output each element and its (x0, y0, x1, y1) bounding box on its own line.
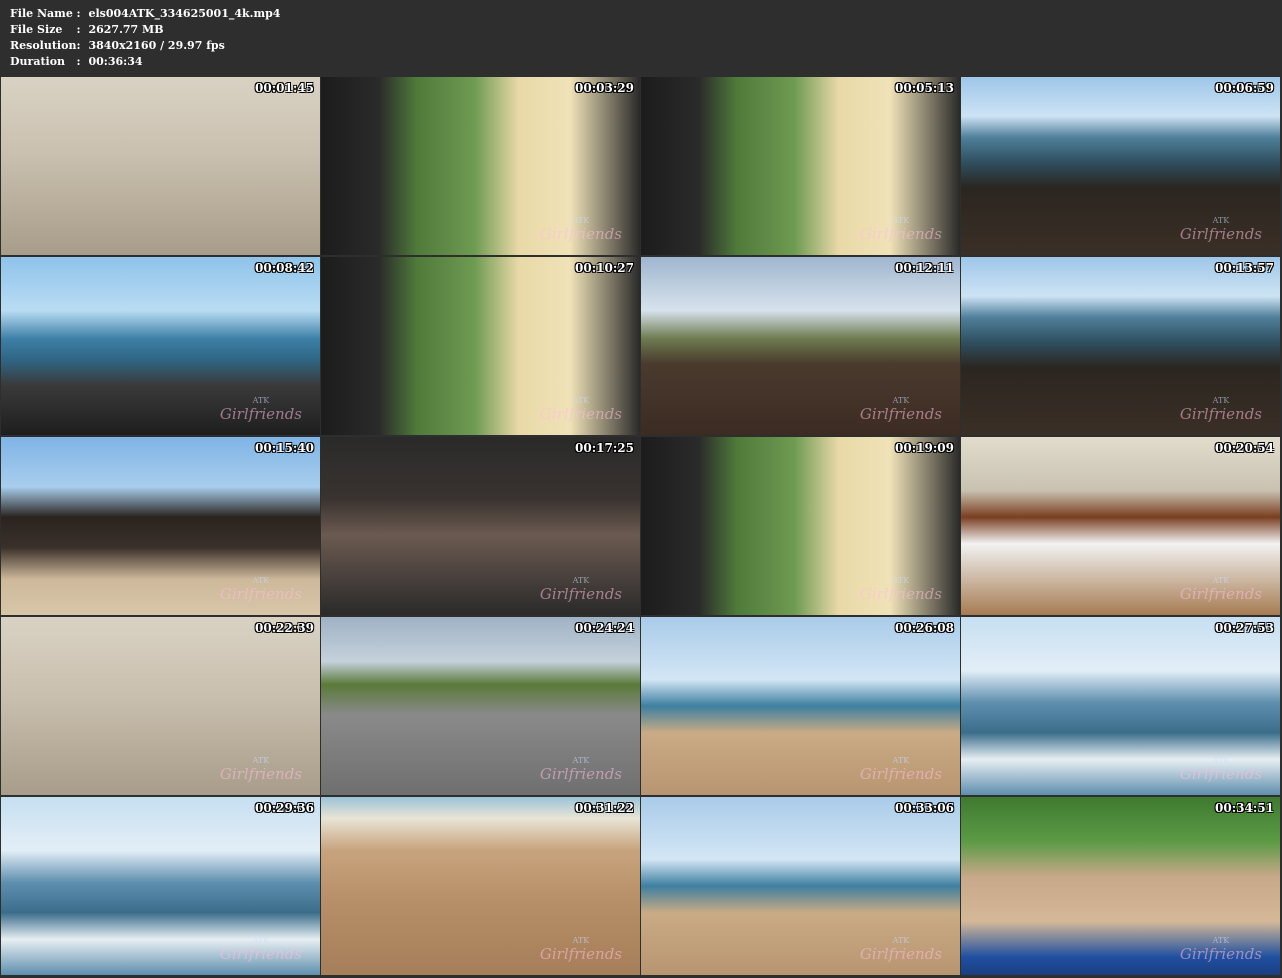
thumbnail: 00:29:36 ATK Girlfriends (1, 797, 320, 975)
thumbnail-timestamp: 00:01:45 (255, 81, 314, 95)
thumbnail-timestamp: 00:19:09 (895, 441, 954, 455)
thumbnail: 00:17:25 ATK Girlfriends (321, 437, 640, 615)
thumbnail-timestamp: 00:20:54 (1215, 441, 1274, 455)
separator: : (76, 23, 81, 36)
thumbnail-image (641, 797, 960, 975)
thumbnail: 00:31:22 ATK Girlfriends (321, 797, 640, 975)
file-size-label: File Size (10, 23, 63, 36)
thumbnail-image (641, 257, 960, 435)
thumbnail-image (961, 257, 1280, 435)
thumbnail-timestamp: 00:03:29 (575, 81, 634, 95)
duration-row: Duration : 00:36:34 (10, 54, 280, 70)
thumbnail-image (1, 797, 320, 975)
thumbnail-image (1, 257, 320, 435)
thumbnail-image (961, 77, 1280, 255)
thumbnail-timestamp: 00:31:22 (575, 801, 634, 815)
thumbnail-timestamp: 00:15:40 (255, 441, 314, 455)
thumbnail: 00:20:54 ATK Girlfriends (961, 437, 1280, 615)
duration-value: 00:36:34 (88, 55, 143, 68)
thumbnail-timestamp: 00:33:06 (895, 801, 954, 815)
thumbnail: 00:13:57 ATK Girlfriends (961, 257, 1280, 435)
thumbnail-image (641, 617, 960, 795)
thumbnail: 00:10:27 ATK Girlfriends (321, 257, 640, 435)
thumbnail-timestamp: 00:12:11 (895, 261, 954, 275)
thumbnail-timestamp: 00:05:13 (895, 81, 954, 95)
thumbnail: 00:27:53 ATK Girlfriends (961, 617, 1280, 795)
thumbnail-image (321, 617, 640, 795)
thumbnail-timestamp: 00:26:08 (895, 621, 954, 635)
separator: : (76, 55, 81, 68)
thumbnail: 00:34:51 ATK Girlfriends (961, 797, 1280, 975)
file-name-row: File Name : els004ATK_334625001_4k.mp4 (10, 6, 280, 22)
thumbnail: 00:19:09 ATK Girlfriends (641, 437, 960, 615)
thumbnail-image (961, 797, 1280, 975)
thumbnail: 00:05:13 ATK Girlfriends (641, 77, 960, 255)
duration-label: Duration (10, 55, 66, 68)
thumbnail-image (961, 437, 1280, 615)
thumbnail-image (1, 617, 320, 795)
resolution-row: Resolution : 3840x2160 / 29.97 fps (10, 38, 280, 54)
thumbnail-timestamp: 00:08:42 (255, 261, 314, 275)
file-name-label: File Name (10, 7, 73, 20)
file-name-value: els004ATK_334625001_4k.mp4 (88, 7, 281, 20)
thumbnail-image (321, 437, 640, 615)
file-size-row: File Size : 2627.77 MB (10, 22, 280, 38)
thumbnail-image (961, 617, 1280, 795)
thumbnail-image (641, 437, 960, 615)
thumbnail-image (1, 437, 320, 615)
file-info-header: File Name : els004ATK_334625001_4k.mp4 F… (0, 0, 1282, 76)
thumbnail-timestamp: 00:34:51 (1215, 801, 1274, 815)
thumbnail-image (1, 77, 320, 255)
thumbnail-image (641, 77, 960, 255)
thumbnail: 00:22:39 ATK Girlfriends (1, 617, 320, 795)
thumbnail: 00:15:40 ATK Girlfriends (1, 437, 320, 615)
thumbnail: 00:08:42 ATK Girlfriends (1, 257, 320, 435)
thumbnail-image (321, 797, 640, 975)
thumbnail-timestamp: 00:13:57 (1215, 261, 1274, 275)
thumbnail: 00:12:11 ATK Girlfriends (641, 257, 960, 435)
thumbnail-timestamp: 00:17:25 (575, 441, 634, 455)
thumbnail-timestamp: 00:27:53 (1215, 621, 1274, 635)
resolution-value: 3840x2160 / 29.97 fps (88, 39, 225, 52)
thumbnail: 00:26:08 ATK Girlfriends (641, 617, 960, 795)
thumbnail: 00:03:29 ATK Girlfriends (321, 77, 640, 255)
thumbnail: 00:01:45 (1, 77, 320, 255)
file-size-value: 2627.77 MB (88, 23, 164, 36)
thumbnail: 00:06:59 ATK Girlfriends (961, 77, 1280, 255)
resolution-label: Resolution (10, 39, 77, 52)
separator: : (76, 39, 81, 52)
thumbnail-image (321, 257, 640, 435)
thumbnail-timestamp: 00:29:36 (255, 801, 314, 815)
separator: : (76, 7, 81, 20)
thumbnail-timestamp: 00:06:59 (1215, 81, 1274, 95)
file-info-table: File Name : els004ATK_334625001_4k.mp4 F… (10, 6, 280, 70)
thumbnail-timestamp: 00:10:27 (575, 261, 634, 275)
thumbnail: 00:24:24 ATK Girlfriends (321, 617, 640, 795)
thumbnail-timestamp: 00:24:24 (575, 621, 634, 635)
thumbnail-image (321, 77, 640, 255)
thumbnail-timestamp: 00:22:39 (255, 621, 314, 635)
thumbnail-grid: 00:01:45 00:03:29 ATK Girlfriends 00:05:13 AT… (1, 77, 1281, 977)
thumbnail: 00:33:06 ATK Girlfriends (641, 797, 960, 975)
